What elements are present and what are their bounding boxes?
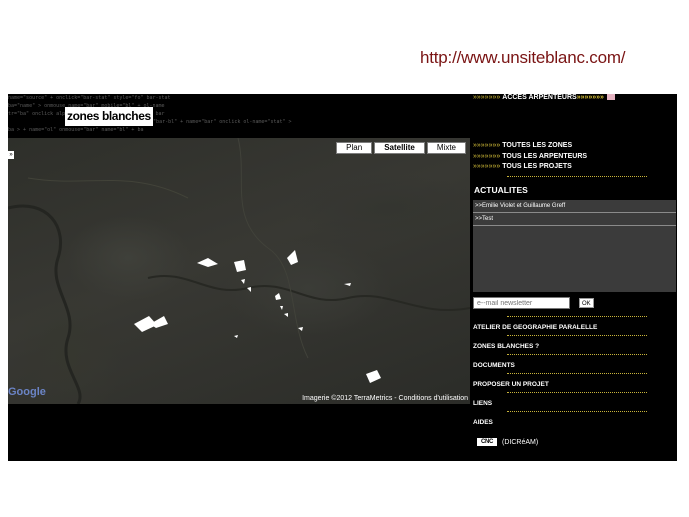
header-noise-text: name="bar-bl" + name="bar" onclick ol-na…	[138, 119, 292, 125]
menu-link[interactable]: AIDES	[473, 419, 493, 426]
actualites-heading: ACTUALITES	[474, 185, 528, 195]
menu-item-liens: LIENS	[473, 398, 677, 417]
dotted-divider	[507, 335, 647, 336]
menu-link[interactable]: ZONES BLANCHES ?	[473, 343, 539, 350]
map-type-plan-button[interactable]: Plan	[336, 142, 373, 154]
news-list: >>Emilie Violet et Guillaume Greff >>Tes…	[473, 200, 676, 292]
pink-icon: »»»»»»»	[577, 94, 615, 101]
header-noise-text: ba > + name="ol" onmouse="bar" name="bl"…	[8, 127, 144, 133]
nav-label: TOUS LES ARPENTEURS	[502, 152, 588, 160]
header-noise-text: name="source" + onclick="bar-stat" style…	[8, 95, 171, 101]
menu-item-aides: AIDES	[473, 417, 677, 436]
dash-decoration: »»»»»»»	[473, 94, 501, 101]
satellite-map[interactable]: » Plan Satellite Mixte Google Imagerie ©…	[8, 138, 470, 404]
nav-tous-les-arpenteurs[interactable]: »»»»»»» TOUS LES ARPENTEURS	[473, 152, 647, 163]
site-menu: ATELIER DE GEOGRAPHIE PARALELLE ZONES BL…	[473, 322, 677, 436]
dotted-divider	[507, 411, 647, 412]
dotted-divider	[507, 373, 647, 374]
dash-decoration: »»»»»»»	[473, 142, 501, 149]
menu-item-proposer: PROPOSER UN PROJET	[473, 379, 677, 398]
sidebar: »»»»»»» ACCES ARPENTEURS»»»»»»» »»»»»»» TO…	[473, 94, 677, 461]
menu-link[interactable]: DOCUMENTS	[473, 362, 515, 369]
pink-dash-decoration: »»»»»»»	[576, 94, 604, 101]
dotted-divider	[507, 354, 647, 355]
newsletter-ok-button[interactable]: OK	[579, 298, 594, 308]
dotted-divider	[507, 175, 647, 177]
menu-link[interactable]: LIENS	[473, 400, 492, 407]
nav-tous-les-projets[interactable]: »»»»»»» TOUS LES PROJETS	[473, 162, 647, 173]
acces-arpenteurs-link[interactable]: »»»»»»» ACCES ARPENTEURS»»»»»»»	[473, 94, 615, 101]
news-item[interactable]: >>Emilie Violet et Guillaume Greff	[473, 200, 676, 213]
nav-toutes-les-zones[interactable]: »»»»»»» TOUTES LES ZONES	[473, 141, 647, 152]
news-item[interactable]: >>Test	[473, 213, 676, 226]
dotted-divider	[507, 392, 647, 393]
zones-nav: »»»»»»» TOUTES LES ZONES »»»»»»» TOUS LES …	[473, 141, 647, 177]
menu-link[interactable]: PROPOSER UN PROJET	[473, 381, 549, 388]
map-type-mixte-button[interactable]: Mixte	[426, 142, 466, 154]
map-type-satellite-button[interactable]: Satellite	[374, 142, 425, 154]
newsletter-email-input[interactable]	[473, 297, 570, 309]
menu-item-atelier: ATELIER DE GEOGRAPHIE PARALELLE	[473, 322, 677, 341]
map-type-control: Plan Satellite Mixte	[334, 142, 466, 154]
site-header: name="source" + onclick="bar-stat" style…	[8, 94, 470, 138]
newsletter-form: OK	[473, 297, 594, 309]
map-collapse-arrow-icon[interactable]: »	[8, 151, 14, 159]
map-credit[interactable]: Imagerie ©2012 TerraMetrics - Conditions…	[302, 395, 468, 402]
menu-item-documents: DOCUMENTS	[473, 360, 677, 379]
dash-decoration: »»»»»»»	[473, 163, 501, 170]
google-logo: Google	[8, 386, 46, 398]
website-screen: name="source" + onclick="bar-stat" style…	[8, 94, 677, 461]
site-logo[interactable]: zones blanches	[65, 107, 153, 126]
site-url-caption: http://www.unsiteblanc.com/	[420, 48, 626, 67]
cnc-logo: CNC	[477, 438, 497, 446]
flag-icon	[606, 94, 615, 101]
acces-arpenteurs-label: ACCES ARPENTEURS	[502, 94, 577, 101]
cnc-partner[interactable]: CNC (DICRéAM)	[477, 438, 538, 446]
map-terrain	[8, 138, 470, 404]
menu-link[interactable]: ATELIER DE GEOGRAPHIE PARALELLE	[473, 324, 597, 331]
dash-decoration: »»»»»»»	[473, 152, 501, 160]
dotted-divider	[507, 316, 647, 317]
nav-label: TOUS LES PROJETS	[502, 163, 572, 170]
nav-label: TOUTES LES ZONES	[502, 142, 573, 149]
cnc-label: (DICRéAM)	[502, 438, 539, 446]
menu-item-zones-blanches: ZONES BLANCHES ?	[473, 341, 677, 360]
